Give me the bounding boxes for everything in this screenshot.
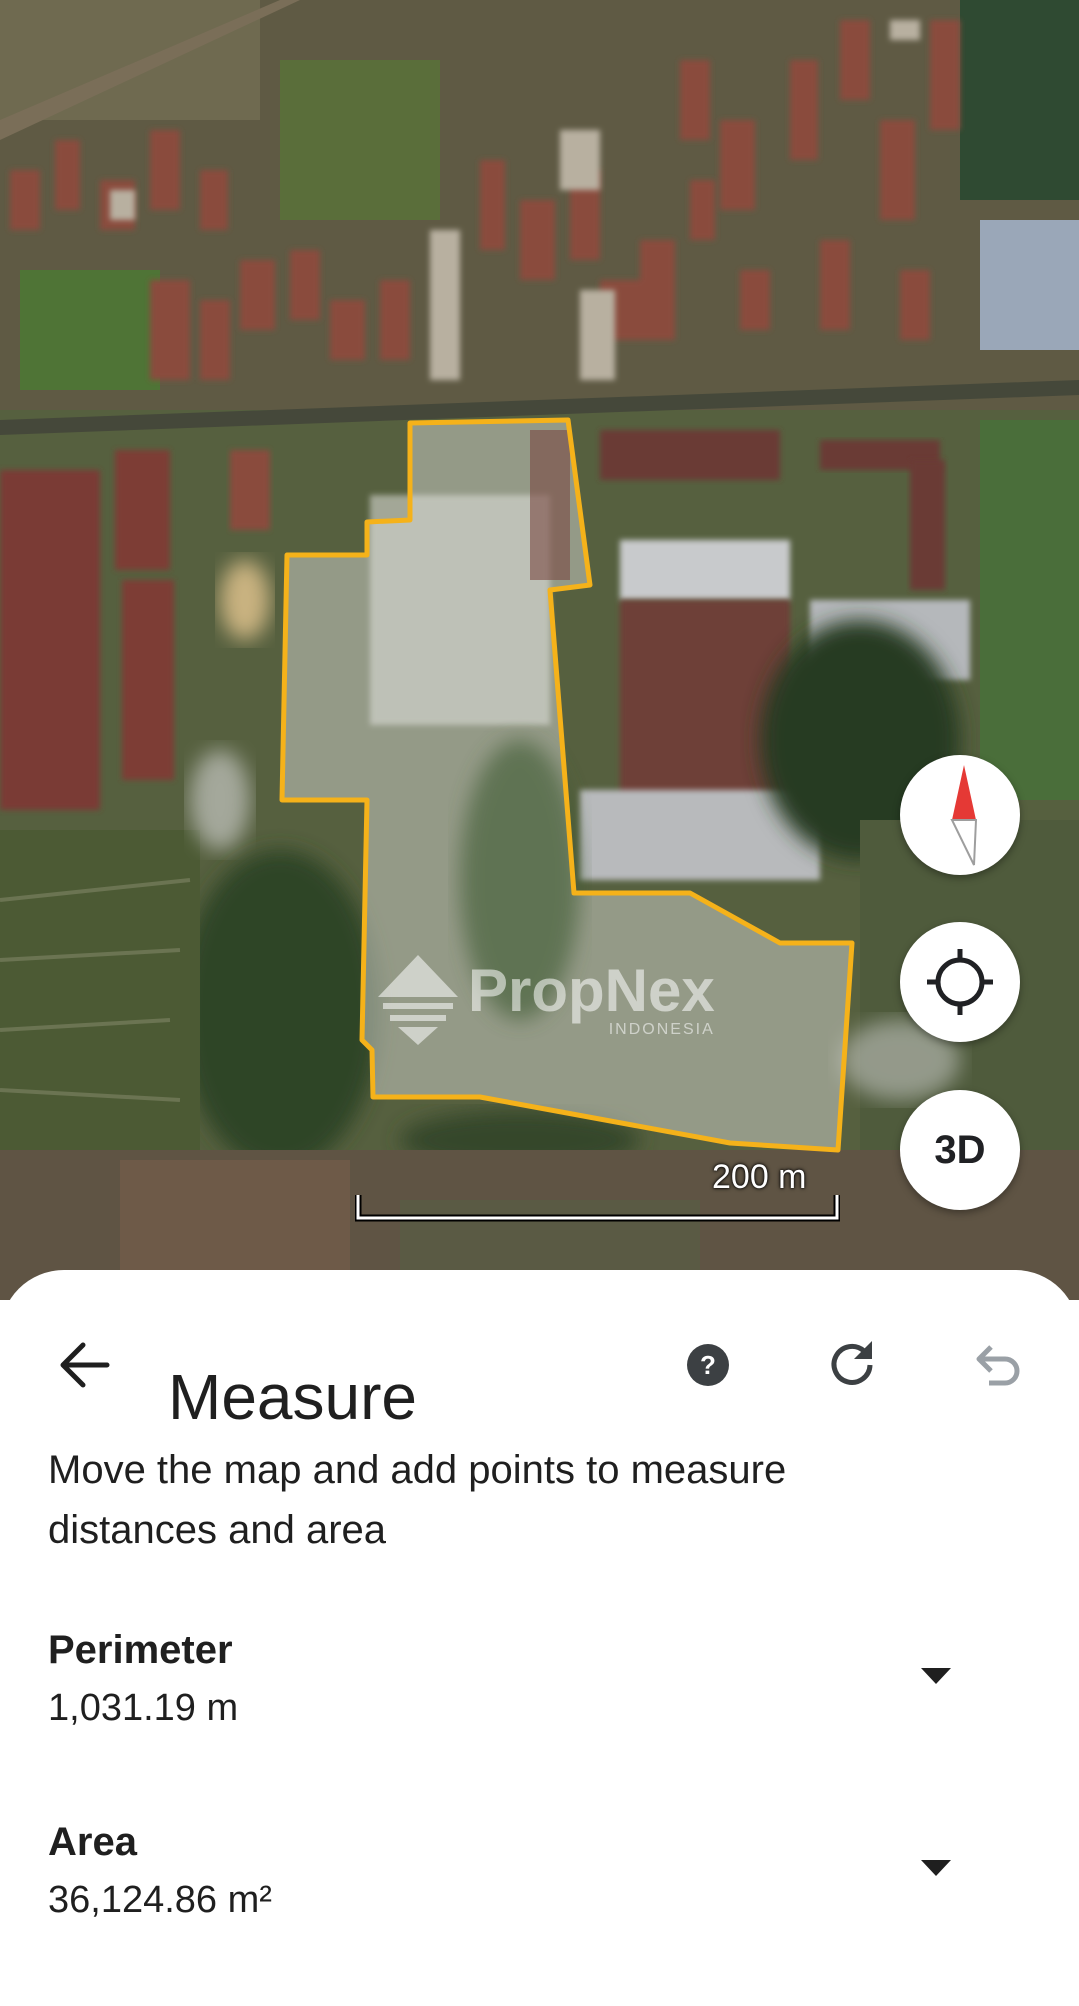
- undo-button[interactable]: [950, 1320, 1040, 1410]
- help-icon: ?: [687, 1344, 729, 1386]
- refresh-icon: [831, 1341, 873, 1385]
- view-3d-button[interactable]: 3D: [900, 1090, 1020, 1210]
- area-label: Area: [48, 1820, 137, 1864]
- area-unit-dropdown[interactable]: [906, 1838, 966, 1898]
- compass-icon: [950, 765, 978, 866]
- back-button[interactable]: [40, 1320, 130, 1410]
- measure-sheet: Measure ? Move the map and add points to…: [0, 1270, 1079, 2006]
- my-location-icon: [927, 949, 993, 1015]
- area-value: 36,124.86 m²: [48, 1879, 272, 1921]
- measure-header: Measure ?: [0, 1310, 1079, 1433]
- help-button[interactable]: ?: [663, 1320, 753, 1410]
- perimeter-label: Perimeter: [48, 1628, 233, 1672]
- dropdown-arrow-icon: [921, 1668, 951, 1684]
- measure-instructions: Move the map and add points to measure d…: [48, 1448, 787, 1552]
- scale-bar: [355, 1195, 840, 1222]
- compass-button[interactable]: [900, 755, 1020, 875]
- area-section[interactable]: Area 36,124.86 m²: [48, 1820, 1048, 1922]
- watermark-brand: PropNex: [468, 957, 715, 1024]
- satellite-map[interactable]: PropNex INDONESIA 200 m 3D: [0, 0, 1079, 1300]
- refresh-button[interactable]: [807, 1320, 897, 1410]
- perimeter-unit-dropdown[interactable]: [906, 1646, 966, 1706]
- perimeter-value: 1,031.19 m: [48, 1687, 239, 1729]
- back-arrow-icon: [60, 1342, 110, 1388]
- propnex-watermark: PropNex INDONESIA: [378, 955, 715, 1045]
- perimeter-section[interactable]: Perimeter 1,031.19 m: [48, 1628, 1048, 1730]
- undo-icon: [976, 1345, 1020, 1386]
- satellite-imagery: [0, 0, 1079, 1300]
- page-title: Measure: [168, 1361, 417, 1433]
- svg-text:?: ?: [700, 1350, 716, 1380]
- my-location-button[interactable]: [900, 922, 1020, 1042]
- dropdown-arrow-icon: [921, 1860, 951, 1876]
- propnex-logo: [378, 955, 458, 1045]
